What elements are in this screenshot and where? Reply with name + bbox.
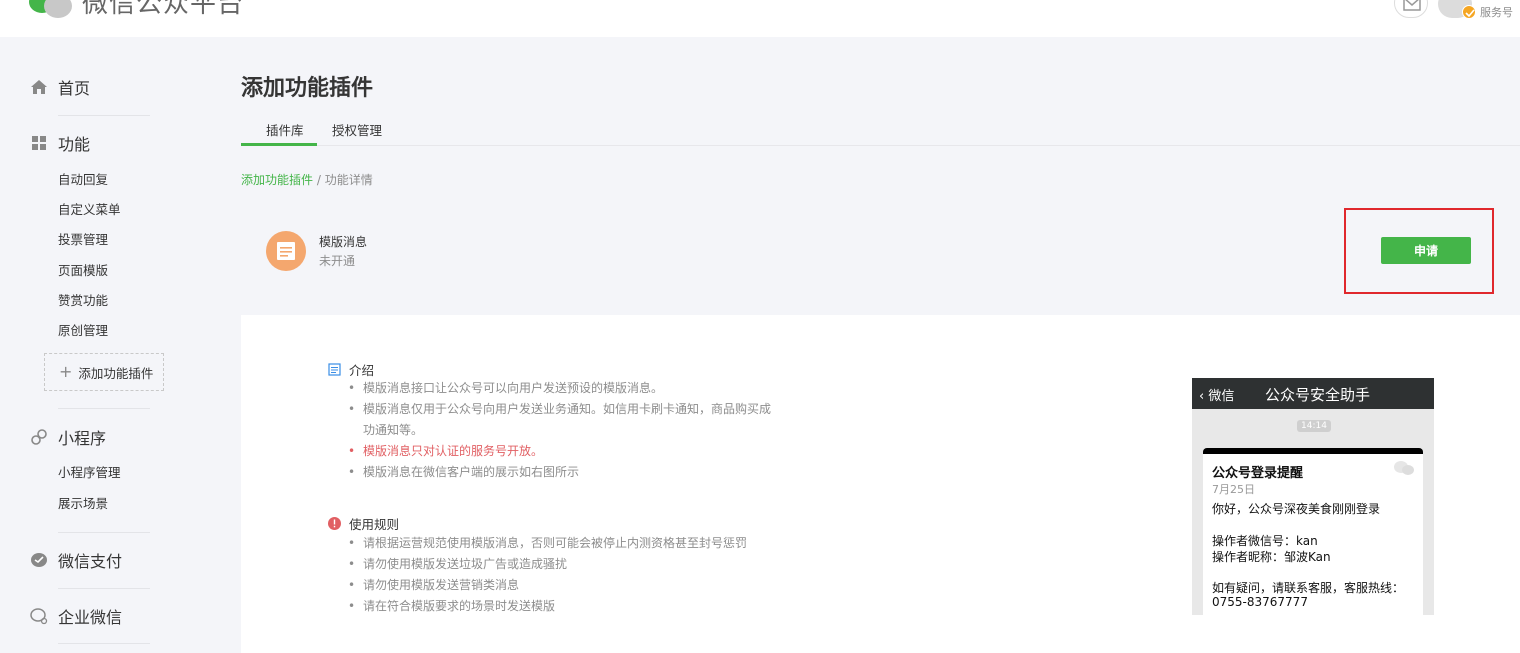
add-plugin-button[interactable]: + 添加功能插件 (44, 353, 164, 391)
list-item-warning: • 模版消息只对认证的服务号开放。 (348, 444, 544, 458)
sidebar-item-label: 功能 (58, 135, 91, 154)
sidebar-item-auto-reply[interactable]: 自动回复 (58, 171, 108, 189)
tabs-divider (241, 145, 1520, 146)
phone-title: 公众号安全助手 (1265, 386, 1371, 404)
list-item-continuation: 功通知等。 (363, 423, 424, 437)
list-item: • 模版消息接口让公众号可以向用户发送预设的模版消息。 (348, 381, 664, 395)
logo-text[interactable]: 微信公众平台 (82, 0, 244, 20)
card-operator-nick: 操作者昵称：邹波Kan (1212, 550, 1331, 564)
mail-icon[interactable] (1394, 0, 1428, 18)
plus-icon: + (59, 362, 73, 381)
verified-badge-icon (1462, 5, 1476, 19)
list-item: • 请根据运营规范使用模版消息，否则可能会被停止内测资格甚至封号惩罚 (348, 536, 748, 550)
page-title: 添加功能插件 (241, 76, 374, 101)
list-item: • 请在符合模版要求的场景时发送模版 (348, 599, 556, 613)
back-link: ‹ 微信 (1199, 389, 1235, 404)
chat-bubble-icon (30, 607, 48, 625)
card-title: 公众号登录提醒 (1212, 466, 1304, 481)
card-operator-id: 操作者微信号：kan (1212, 534, 1318, 548)
rules-heading-text: 使用规则 (349, 517, 400, 532)
warning-icon (328, 517, 341, 530)
wechat-watermark-icon (1393, 460, 1415, 480)
card-hotline: 0755-83767777 (1212, 595, 1308, 609)
divider (58, 408, 150, 409)
message-preview-image: ‹ 微信 公众号安全助手 14:14 公众号登录提醒 7月25日 你好，公众号深… (1192, 378, 1434, 615)
sidebar-item-miniprogram-manage[interactable]: 小程序管理 (58, 464, 121, 482)
intro-heading-text: 介绍 (349, 363, 375, 378)
document-list-icon (328, 363, 341, 376)
top-bar: 微信公众平台 服务号 (0, 0, 1520, 37)
sidebar-item-functions[interactable]: 功能 (30, 131, 90, 155)
list-item: • 请勿使用模版发送垃圾广告或造成骚扰 (348, 557, 568, 571)
breadcrumb-current: 功能详情 (324, 173, 373, 187)
tab-plugin-library[interactable]: 插件库 (266, 120, 304, 139)
account-type-label: 服务号 (1480, 6, 1513, 19)
sidebar-item-vote[interactable]: 投票管理 (58, 231, 108, 249)
divider (58, 643, 150, 644)
rules-heading: 使用规则 (328, 514, 399, 533)
card-date: 7月25日 (1212, 483, 1255, 496)
sidebar-item-showcase[interactable]: 展示场景 (58, 495, 108, 513)
sidebar-item-page-template[interactable]: 页面模版 (58, 262, 108, 280)
sidebar-item-reward[interactable]: 赞赏功能 (58, 292, 108, 310)
sidebar-item-label: 微信支付 (58, 552, 123, 571)
wechat-logo-icon (28, 0, 74, 20)
sidebar-item-miniprogram[interactable]: 小程序 (30, 425, 106, 449)
sidebar-item-custom-menu[interactable]: 自定义菜单 (58, 201, 121, 219)
grid-icon (30, 134, 48, 152)
sidebar-item-original[interactable]: 原创管理 (58, 322, 108, 340)
plugin-status: 未开通 (319, 254, 356, 268)
list-item: • 模版消息仅用于公众号向用户发送业务通知。如信用卡刷卡通知，商品购买成 (348, 402, 772, 416)
sidebar-item-home[interactable]: 首页 (30, 75, 90, 99)
sidebar-item-label: 企业微信 (58, 608, 123, 627)
link-icon (30, 428, 48, 446)
sidebar-item-work-wechat[interactable]: 企业微信 (30, 604, 122, 628)
divider (58, 115, 150, 116)
divider (58, 532, 150, 533)
list-item: • 模版消息在微信客户端的展示如右图所示 (348, 465, 580, 479)
template-message-card: 公众号登录提醒 7月25日 你好，公众号深夜美食刚刚登录 操作者微信号：kan … (1203, 448, 1423, 615)
intro-heading: 介绍 (328, 360, 374, 379)
message-time: 14:14 (1297, 420, 1331, 432)
breadcrumb-separator: / (313, 173, 325, 187)
home-icon (30, 78, 48, 96)
divider (58, 588, 150, 589)
card-greeting: 你好，公众号深夜美食刚刚登录 (1212, 502, 1381, 516)
list-item: • 请勿使用模版发送营销类消息 (348, 578, 520, 592)
phone-header: ‹ 微信 公众号安全助手 (1192, 378, 1434, 409)
sidebar-item-pay[interactable]: 微信支付 (30, 548, 122, 572)
breadcrumb: 添加功能插件 / 功能详情 (241, 171, 373, 188)
tab-auth-manage[interactable]: 授权管理 (332, 120, 382, 139)
wechat-pay-icon (30, 551, 48, 569)
active-tab-indicator (241, 143, 317, 146)
sidebar-item-label: 小程序 (58, 429, 107, 448)
plugin-name: 模版消息 (319, 235, 368, 249)
sidebar-item-label: 首页 (58, 79, 91, 98)
add-plugin-label: 添加功能插件 (78, 365, 154, 381)
document-icon (266, 231, 306, 271)
card-help: 如有疑问，请联系客服，客服热线： (1212, 581, 1405, 595)
apply-button[interactable]: 申请 (1381, 237, 1471, 264)
breadcrumb-link[interactable]: 添加功能插件 (241, 173, 313, 187)
